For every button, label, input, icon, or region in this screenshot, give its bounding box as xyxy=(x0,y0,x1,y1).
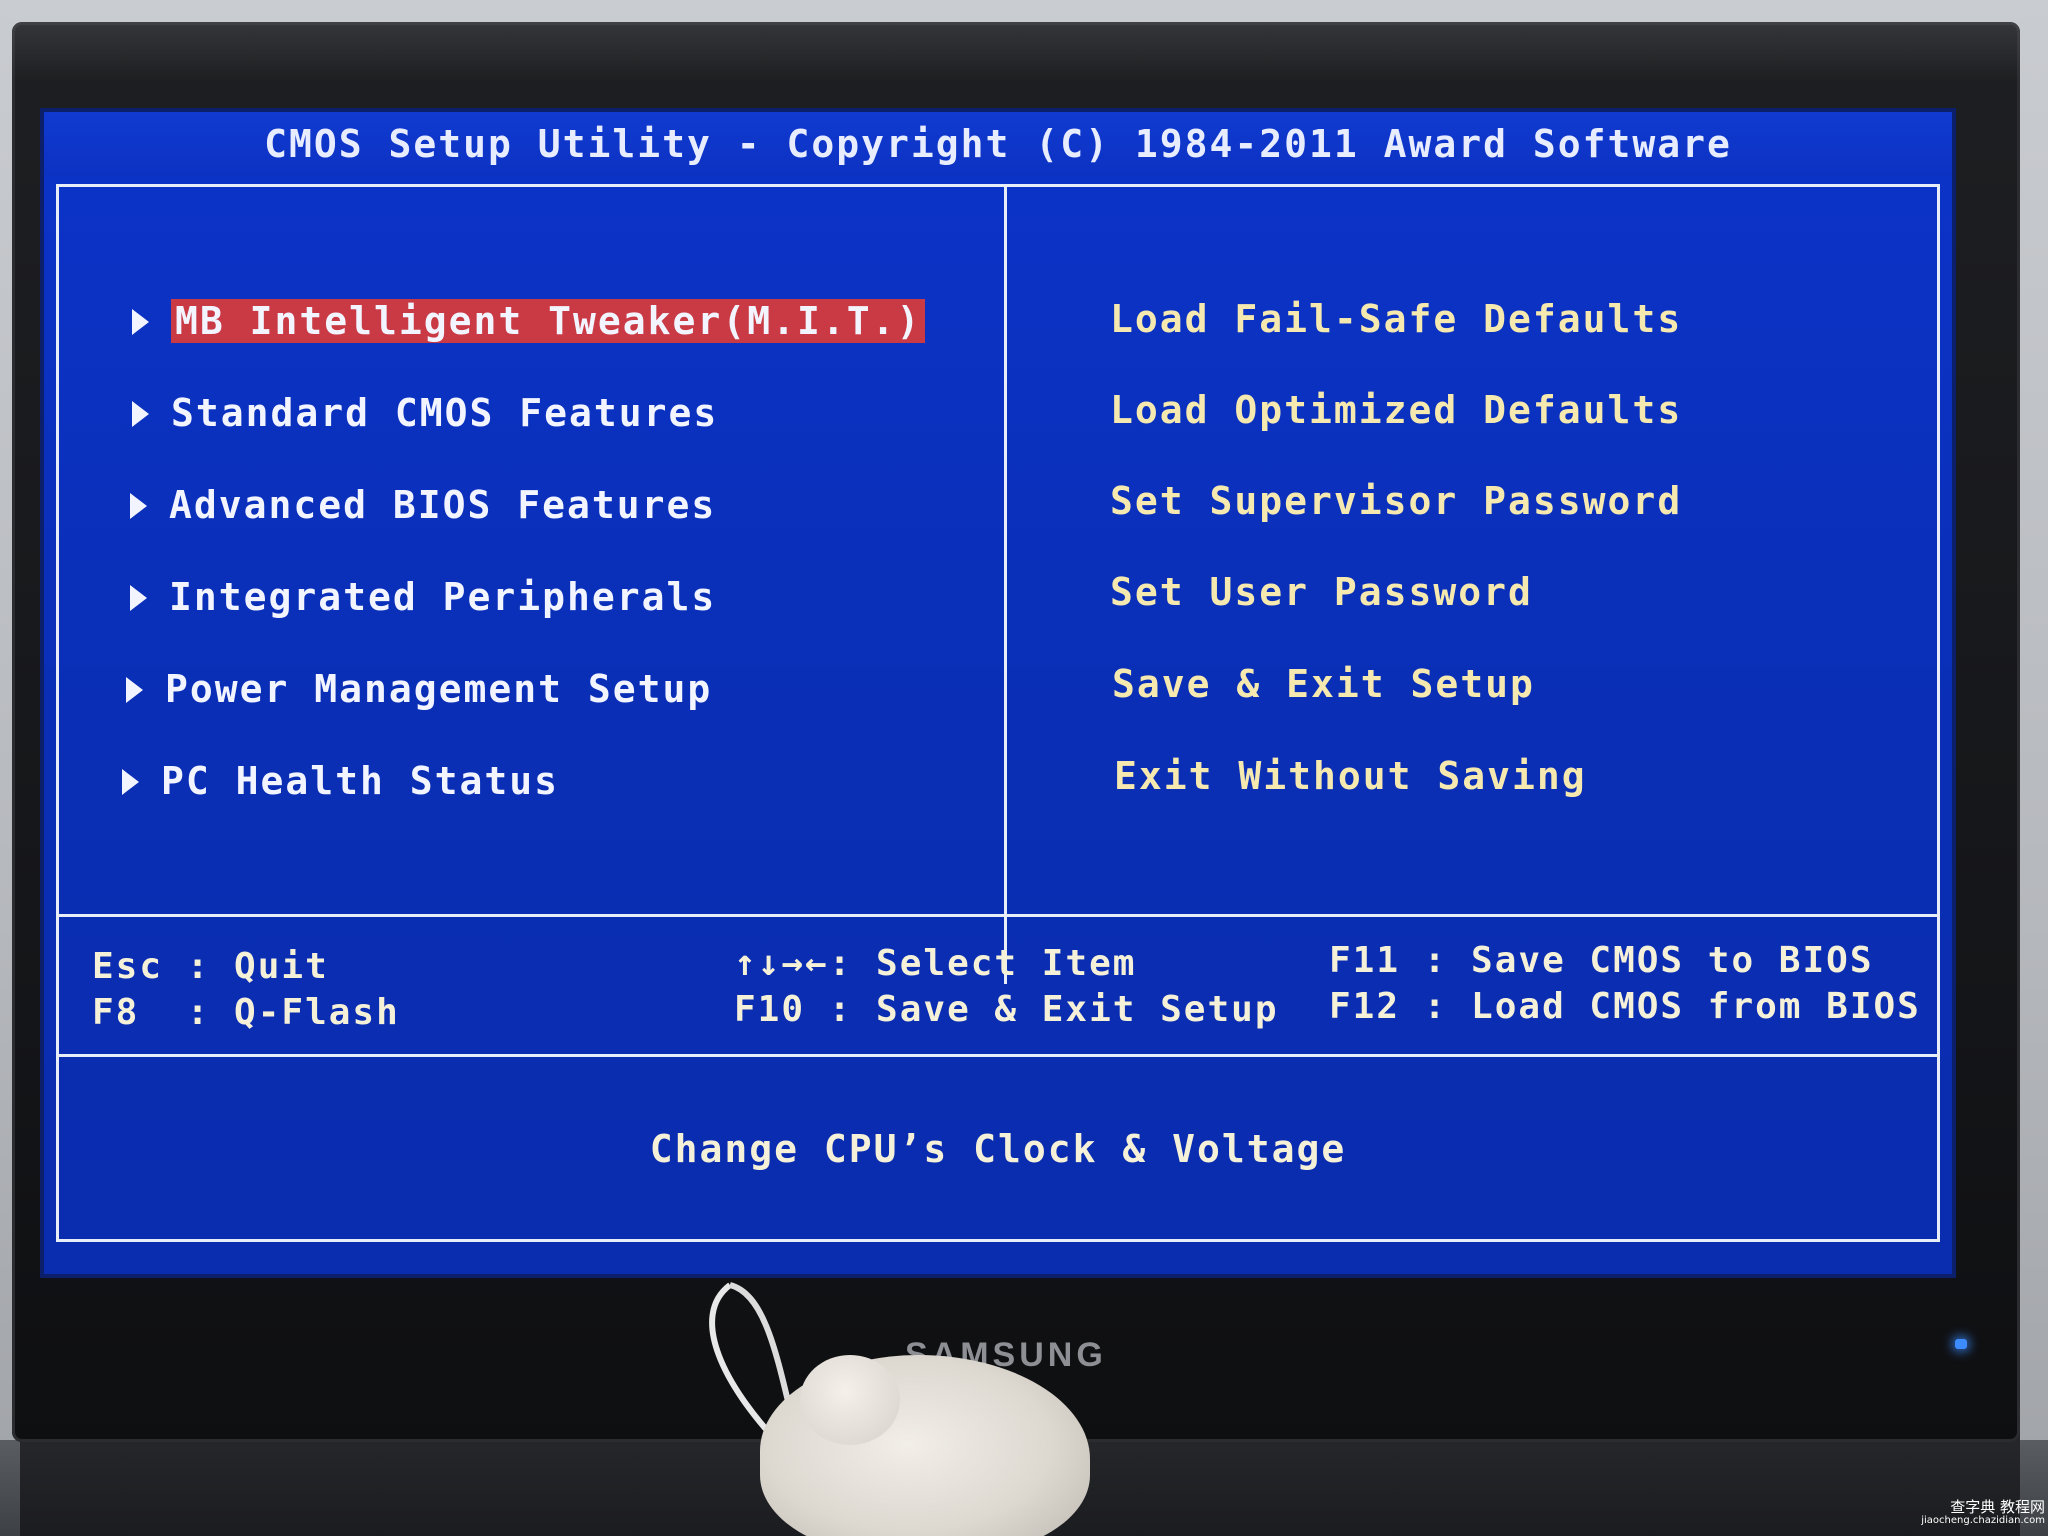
key-f11-save-cmos: F11 : Save CMOS to BIOS xyxy=(1329,940,1874,981)
frame-divider-help xyxy=(56,1054,1940,1057)
menu-item-load-optimized[interactable]: Load Optimized Defaults xyxy=(1110,385,1682,435)
frame-right xyxy=(1937,184,1940,1242)
menu-item-label: PC Health Status xyxy=(161,759,560,803)
menu-item-pc-health[interactable]: PC Health Status xyxy=(122,756,559,806)
menu-item-power-management[interactable]: Power Management Setup xyxy=(126,664,712,714)
frame-top xyxy=(56,184,1940,187)
key-select-item: ↑↓→←: Select Item xyxy=(734,943,1137,984)
bios-header: CMOS Setup Utility - Copyright (C) 1984-… xyxy=(44,112,1952,176)
menu-item-exit-without-saving[interactable]: Exit Without Saving xyxy=(1114,751,1587,801)
bios-title: CMOS Setup Utility - Copyright (C) 1984-… xyxy=(264,122,1732,166)
menu-arrow-icon xyxy=(130,492,147,519)
menu-item-set-user-password[interactable]: Set User Password xyxy=(1110,567,1533,617)
menu-item-label: Integrated Peripherals xyxy=(169,575,717,619)
menu-arrow-icon xyxy=(132,400,149,427)
watermark-title: 查字典 教程网 xyxy=(1950,1498,2045,1516)
bios-screen: CMOS Setup Utility - Copyright (C) 1984-… xyxy=(44,112,1952,1274)
menu-item-save-exit[interactable]: Save & Exit Setup xyxy=(1112,659,1535,709)
menu-item-label: MB Intelligent Tweaker(M.I.T.) xyxy=(171,299,926,343)
frame-divider-keys xyxy=(56,914,1940,917)
menu-arrow-icon xyxy=(122,768,139,795)
menu-item-integrated-peripherals[interactable]: Integrated Peripherals xyxy=(130,572,716,622)
menu-item-set-supervisor-password[interactable]: Set Supervisor Password xyxy=(1110,476,1682,526)
bezel-gloss xyxy=(12,22,2020,82)
menu-item-label: Standard CMOS Features xyxy=(171,391,719,435)
menu-arrow-icon xyxy=(130,584,147,611)
key-f10-save-exit: F10 : Save & Exit Setup xyxy=(734,989,1279,1030)
menu-arrow-icon xyxy=(126,676,143,703)
key-esc-quit: Esc : Quit xyxy=(92,946,329,987)
watermark: 查字典 教程网 jiaocheng.chazidian.com xyxy=(1915,1500,2045,1527)
menu-item-advanced-bios[interactable]: Advanced BIOS Features xyxy=(130,480,716,530)
watermark-url: jiaocheng.chazidian.com xyxy=(1921,1515,2045,1526)
plush-toy-head xyxy=(800,1355,900,1445)
item-help-text: Change CPU’s Clock & Voltage xyxy=(649,1127,1347,1171)
menu-item-standard-cmos[interactable]: Standard CMOS Features xyxy=(132,388,718,438)
menu-item-label: Advanced BIOS Features xyxy=(169,483,717,527)
menu-item-mit[interactable]: MB Intelligent Tweaker(M.I.T.) xyxy=(132,296,926,346)
power-led-icon xyxy=(1955,1339,1967,1349)
frame-divider-vertical xyxy=(1004,184,1007,984)
menu-item-label: Power Management Setup xyxy=(165,667,713,711)
key-f12-load-cmos: F12 : Load CMOS from BIOS xyxy=(1329,986,1921,1027)
menu-item-load-fail-safe[interactable]: Load Fail-Safe Defaults xyxy=(1110,294,1682,344)
frame-bottom xyxy=(56,1239,1940,1242)
frame-left xyxy=(56,184,59,1242)
menu-arrow-icon xyxy=(132,308,149,335)
key-f8-qflash: F8 : Q-Flash xyxy=(92,992,400,1033)
